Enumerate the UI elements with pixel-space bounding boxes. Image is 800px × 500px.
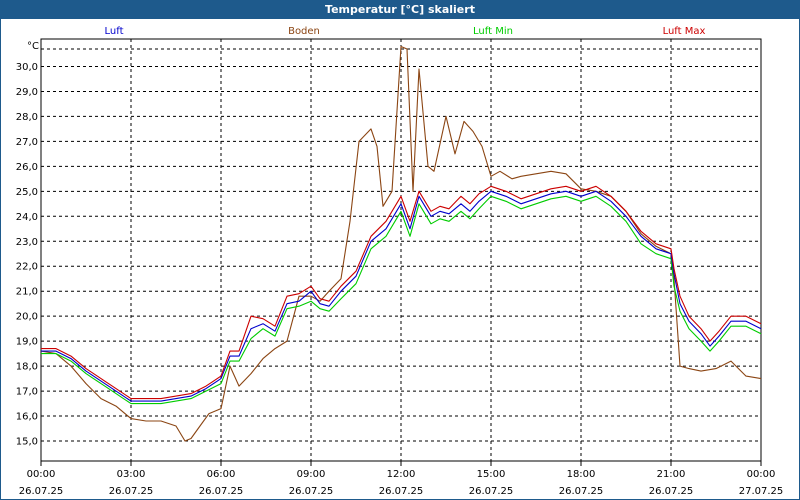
y-tick-label: 29,0 <box>16 87 38 98</box>
x-tick-time: 09:00 <box>297 469 326 480</box>
temperature-chart: 15,0 16,0 17,0 18,0 19,0 20,0 21,0 22,0 23,0 24,0… <box>16 26 784 497</box>
x-tick-date: 26.07.25 <box>559 486 604 497</box>
x-tick-time: 12:00 <box>387 469 416 480</box>
y-tick-label: 18,0 <box>16 362 38 373</box>
y-tick-label: 26,0 <box>16 162 38 173</box>
x-tick-date: 26.07.25 <box>649 486 694 497</box>
y-tick-label: 30,0 <box>16 62 38 73</box>
y-tick-label: 24,0 <box>16 212 38 223</box>
y-tick-label: 22,0 <box>16 262 38 273</box>
x-tick-date: 26.07.25 <box>469 486 514 497</box>
legend-boden: Boden <box>288 26 320 37</box>
legend-luft: Luft <box>105 26 124 37</box>
y-tick-label: 15,0 <box>16 437 38 448</box>
x-tick-date: 26.07.25 <box>289 486 334 497</box>
y-tick-label: 25,0 <box>16 187 38 198</box>
y-tick-label: 27,0 <box>16 137 38 148</box>
legend-luft-min: Luft Min <box>473 26 513 37</box>
y-tick-label: 16,0 <box>16 412 38 423</box>
y-unit-label: °C <box>27 41 39 52</box>
x-tick-time: 00:00 <box>747 469 776 480</box>
x-tick-date: 26.07.25 <box>19 486 64 497</box>
x-tick-time: 06:00 <box>207 469 236 480</box>
x-tick-date: 26.07.25 <box>199 486 244 497</box>
x-tick-date: 26.07.25 <box>379 486 424 497</box>
y-tick-label: 23,0 <box>16 237 38 248</box>
y-tick-label: 17,0 <box>16 387 38 398</box>
y-tick-label: 19,0 <box>16 337 38 348</box>
legend-luft-max: Luft Max <box>663 26 706 37</box>
chart-window: Temperatur [°C] skaliert 15,0 16,0 17,0 18,… <box>0 0 800 500</box>
x-tick-time: 00:00 <box>27 469 56 480</box>
x-tick-time: 15:00 <box>477 469 506 480</box>
y-tick-label: 20,0 <box>16 312 38 323</box>
y-tick-label: 21,0 <box>16 287 38 298</box>
x-tick-time: 18:00 <box>567 469 596 480</box>
x-tick-date: 27.07.25 <box>739 486 784 497</box>
x-tick-time: 21:00 <box>657 469 686 480</box>
x-tick-date: 26.07.25 <box>109 486 154 497</box>
y-tick-label: 28,0 <box>16 112 38 123</box>
x-tick-time: 03:00 <box>117 469 146 480</box>
